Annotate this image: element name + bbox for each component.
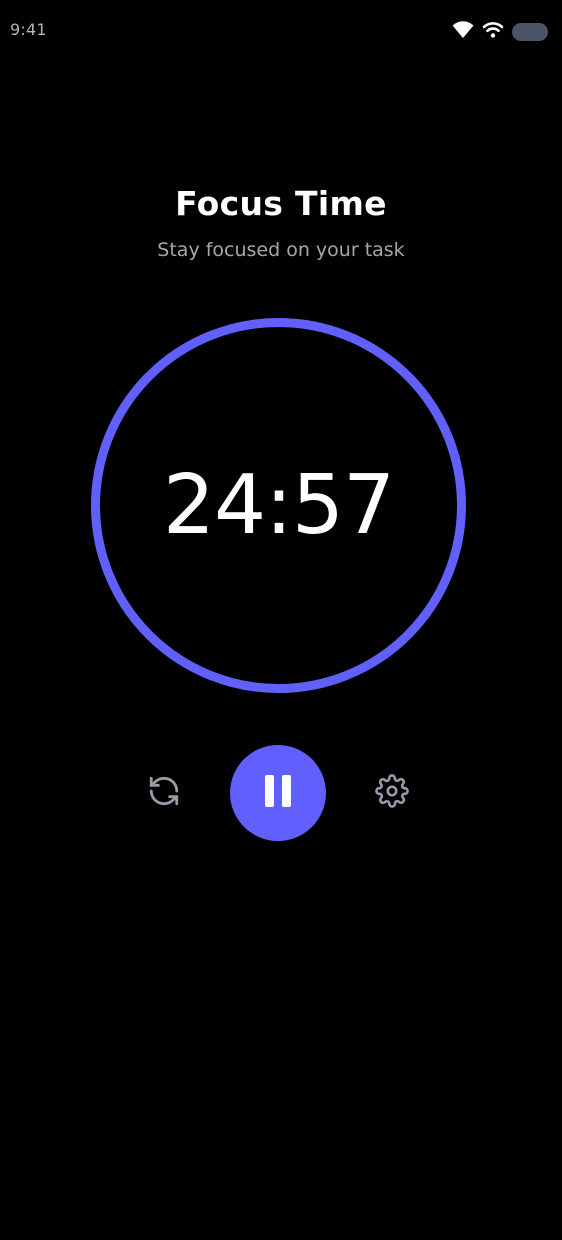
wifi-icon xyxy=(482,21,504,43)
refresh-icon xyxy=(147,774,181,812)
header: Focus Time Stay focused on your task xyxy=(0,180,562,264)
status-icons xyxy=(452,21,548,43)
page-title: Focus Time xyxy=(175,184,387,223)
status-bar: 9:41 xyxy=(0,0,562,62)
timer-ring: 24:57 xyxy=(91,318,466,693)
timer-display: 24:57 xyxy=(162,458,395,553)
reset-button[interactable] xyxy=(144,773,184,813)
pause-icon xyxy=(263,774,293,812)
pause-button[interactable] xyxy=(230,745,326,841)
gear-icon xyxy=(375,774,409,812)
wifi-icon xyxy=(452,21,474,43)
battery-icon xyxy=(512,23,548,41)
settings-button[interactable] xyxy=(372,773,412,813)
timer-controls xyxy=(0,745,562,841)
status-time: 9:41 xyxy=(10,20,47,39)
page-subtitle: Stay focused on your task xyxy=(157,239,405,261)
